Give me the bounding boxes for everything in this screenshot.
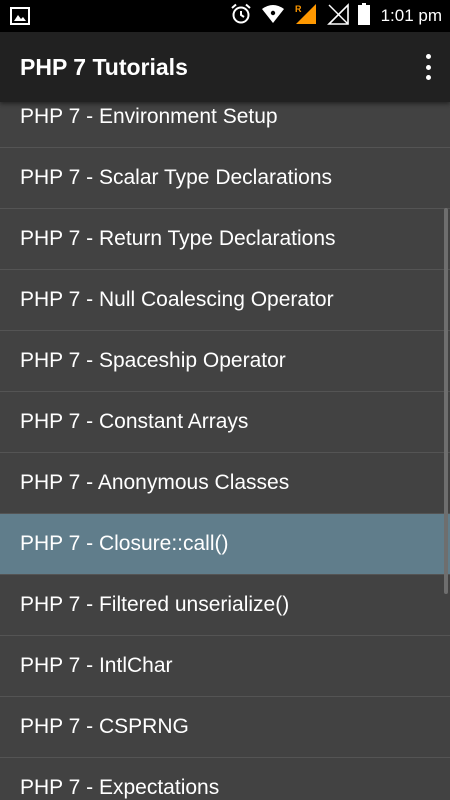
list-item[interactable]: PHP 7 - Anonymous Classes <box>0 453 450 514</box>
list-item[interactable]: PHP 7 - Constant Arrays <box>0 392 450 453</box>
list-item[interactable]: PHP 7 - Environment Setup <box>0 102 450 148</box>
battery-icon <box>357 2 370 30</box>
wifi-icon <box>261 4 285 29</box>
list-item-label: PHP 7 - Null Coalescing Operator <box>20 288 334 311</box>
list-item-label: PHP 7 - Spaceship Operator <box>20 349 286 372</box>
list-item-label: PHP 7 - Scalar Type Declarations <box>20 166 333 189</box>
list-item-label: PHP 7 - Expectations <box>20 776 220 799</box>
network-badge: R <box>295 4 302 14</box>
status-bar: R 1:01 pm <box>0 0 450 32</box>
list-item[interactable]: PHP 7 - IntlChar <box>0 636 450 697</box>
list-item[interactable]: PHP 7 - Spaceship Operator <box>0 331 450 392</box>
list-item[interactable]: PHP 7 - Scalar Type Declarations <box>0 148 450 209</box>
overflow-dot <box>425 54 431 59</box>
image-notification-icon <box>10 7 30 25</box>
more-vert-icon[interactable] <box>420 54 436 80</box>
alarm-icon <box>230 3 252 30</box>
list-item-selected[interactable]: PHP 7 - Closure::call() <box>0 514 450 575</box>
status-time: 1:01 pm <box>380 6 442 25</box>
overflow-dot <box>425 64 431 70</box>
list-item[interactable]: PHP 7 - CSPRNG <box>0 697 450 758</box>
list-item-label: PHP 7 - Filtered unserialize() <box>20 593 290 616</box>
list-item[interactable]: PHP 7 - Filtered unserialize() <box>0 575 450 636</box>
list-item-label: PHP 7 - Constant Arrays <box>20 410 249 433</box>
app-title: PHP 7 Tutorials <box>20 54 188 80</box>
list-item-label: PHP 7 - Return Type Declarations <box>20 227 336 250</box>
tutorial-list[interactable]: PHP 7 - Environment Setup PHP 7 - Scalar… <box>0 102 450 800</box>
signal-roaming-icon: R <box>294 3 318 30</box>
overflow-dot <box>425 75 431 80</box>
screen: R 1:01 pm PHP 7 Tutorials PHP 7 - Enviro… <box>0 0 450 800</box>
list-scrollbar[interactable] <box>444 208 448 594</box>
list-item-label: PHP 7 - Environment Setup <box>20 105 278 128</box>
list-item[interactable]: PHP 7 - Return Type Declarations <box>0 209 450 270</box>
list-item-label: PHP 7 - Closure::call() <box>20 532 229 555</box>
app-bar: PHP 7 Tutorials <box>0 32 450 102</box>
signal-empty-icon <box>326 2 349 30</box>
status-icons: R 1:01 pm <box>230 0 442 32</box>
list-item-label: PHP 7 - CSPRNG <box>20 715 189 738</box>
list-item[interactable]: PHP 7 - Null Coalescing Operator <box>0 270 450 331</box>
list-item-label: PHP 7 - Anonymous Classes <box>20 471 290 494</box>
list-item[interactable]: PHP 7 - Expectations <box>0 758 450 800</box>
tutorial-list-content: PHP 7 - Environment Setup PHP 7 - Scalar… <box>0 102 450 800</box>
list-item-label: PHP 7 - IntlChar <box>20 654 173 677</box>
